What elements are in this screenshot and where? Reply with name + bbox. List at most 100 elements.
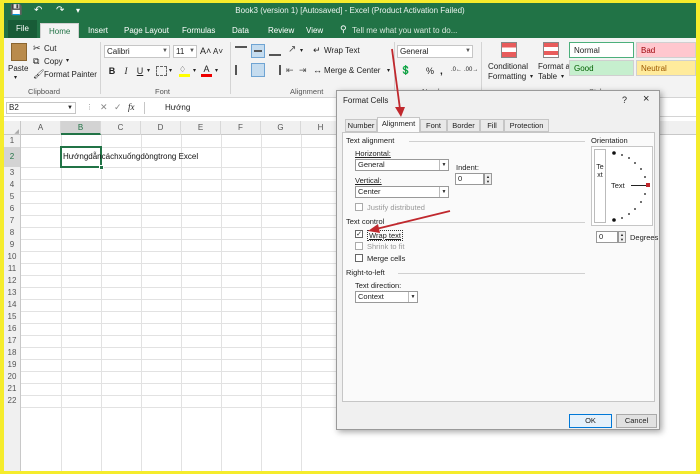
indent-input[interactable]: 0 [455,173,484,185]
column-header-b[interactable]: B [61,121,101,135]
row-header-11[interactable]: 11 [4,263,21,275]
row-header-6[interactable]: 6 [4,203,21,215]
column-header-a[interactable]: A [21,121,61,135]
help-icon[interactable]: ? [622,95,627,105]
shrink-to-fit-checkbox[interactable] [355,242,363,250]
tab-file[interactable]: File [8,20,37,38]
underline-icon[interactable]: U [134,65,146,77]
copy-dropdown-icon[interactable]: ▾ [66,57,69,64]
percent-style-icon[interactable]: % [426,66,434,76]
cut-button[interactable]: Cut [44,44,56,53]
wrap-text-button[interactable]: Wrap Text [324,46,360,55]
font-color-icon[interactable]: A [201,65,212,77]
vertical-select[interactable]: Center ▼ [355,186,449,198]
merge-dropdown-icon[interactable]: ▾ [387,67,390,74]
increase-indent-icon[interactable]: ⇥ [299,65,307,76]
justify-distributed-checkbox[interactable] [355,203,363,211]
dialog-tab-protection[interactable]: Protection [504,119,549,132]
tab-view[interactable]: View [304,23,325,38]
align-left-icon[interactable] [235,65,247,75]
row-header-4[interactable]: 4 [4,179,21,191]
italic-icon[interactable]: I [120,65,132,77]
cancel-icon[interactable]: ✕ [100,102,108,113]
name-box[interactable]: B2 ▼ [6,102,76,114]
style-normal[interactable]: Normal [569,42,634,58]
font-size-select[interactable]: 11 ▼ [173,45,197,58]
enter-icon[interactable]: ✓ [114,102,122,113]
underline-dropdown-icon[interactable]: ▾ [147,67,150,74]
decrease-decimal-icon[interactable]: .00→ [464,67,478,73]
orientation-dropdown-icon[interactable]: ▾ [300,47,303,54]
borders-icon[interactable] [156,66,167,76]
conditional-dropdown-icon[interactable]: ▾ [530,73,533,80]
tell-me-box[interactable]: Tell me what you want to do... [350,23,459,38]
accounting-format-icon[interactable]: 💲 [400,65,411,76]
format-painter-button[interactable]: Format Painter [44,70,97,79]
tab-data[interactable]: Data [230,23,251,38]
column-header-d[interactable]: D [141,121,181,135]
paste-button[interactable]: Paste [8,64,28,73]
row-header-15[interactable]: 15 [4,311,21,323]
row-header-8[interactable]: 8 [4,227,21,239]
column-header-e[interactable]: E [181,121,221,135]
row-header-22[interactable]: 22 [4,395,21,407]
cancel-button[interactable]: Cancel [616,414,657,428]
row-header-12[interactable]: 12 [4,275,21,287]
column-header-c[interactable]: C [101,121,141,135]
bottom-align-icon[interactable] [269,46,281,56]
close-icon[interactable]: × [643,93,649,105]
row-header-18[interactable]: 18 [4,347,21,359]
tab-home[interactable]: Home [40,23,80,38]
dialog-tab-number[interactable]: Number [345,119,377,132]
bold-icon[interactable]: B [106,65,118,77]
font-name-select[interactable]: Calibri ▼ [104,45,170,58]
horizontal-select[interactable]: General ▼ [355,159,449,171]
row-header-16[interactable]: 16 [4,323,21,335]
dialog-tab-fill[interactable]: Fill [480,119,504,132]
conditional-formatting-label-1[interactable]: Conditional [488,62,528,71]
row-header-2[interactable]: 2 [4,147,21,167]
font-color-dropdown-icon[interactable]: ▾ [215,67,218,74]
merge-cells-checkbox[interactable] [355,254,363,262]
row-header-20[interactable]: 20 [4,371,21,383]
grow-font-icon[interactable]: A˄ [200,46,211,56]
row-header-7[interactable]: 7 [4,215,21,227]
insert-function-icon[interactable]: fx [128,102,135,112]
tab-insert[interactable]: Insert [86,23,110,38]
column-header-f[interactable]: F [221,121,261,135]
row-header-13[interactable]: 13 [4,287,21,299]
number-format-select[interactable]: General ▼ [397,45,473,58]
style-good[interactable]: Good [569,60,634,76]
row-header-19[interactable]: 19 [4,359,21,371]
fill-handle[interactable] [99,165,104,170]
tab-review[interactable]: Review [266,23,296,38]
select-all-corner[interactable]: ◢ [4,121,21,135]
ok-button[interactable]: OK [569,414,612,428]
orientation-control[interactable]: Text Text [591,146,653,226]
fill-color-icon[interactable]: ♢ [179,65,190,77]
center-icon[interactable] [251,63,265,77]
row-header-14[interactable]: 14 [4,299,21,311]
comma-style-icon[interactable]: , [440,66,443,77]
tab-page-layout[interactable]: Page Layout [122,23,171,38]
row-header-10[interactable]: 10 [4,251,21,263]
text-direction-select[interactable]: Context ▼ [355,291,418,303]
fill-color-dropdown-icon[interactable]: ▾ [193,67,196,74]
merge-center-button[interactable]: Merge & Center [324,66,380,75]
dialog-tab-font[interactable]: Font [420,119,447,132]
format-as-table-label-2[interactable]: Table [538,72,557,81]
degrees-input[interactable]: 0 [596,231,618,243]
row-header-9[interactable]: 9 [4,239,21,251]
column-header-h[interactable]: H [301,121,341,135]
copy-button[interactable]: Copy [44,57,63,66]
row-header-17[interactable]: 17 [4,335,21,347]
conditional-formatting-label-2[interactable]: Formatting [488,72,526,81]
dialog-tab-border[interactable]: Border [447,119,480,132]
borders-dropdown-icon[interactable]: ▾ [169,67,172,74]
paste-icon[interactable] [11,43,27,61]
degrees-spinner-icon[interactable]: ▲ ▼ [618,231,626,243]
style-neutral[interactable]: Neutral [636,60,696,76]
style-bad[interactable]: Bad [636,42,696,58]
wrap-text-checkbox[interactable]: ✓ [355,230,363,238]
format-as-table-dropdown-icon[interactable]: ▾ [561,73,564,80]
